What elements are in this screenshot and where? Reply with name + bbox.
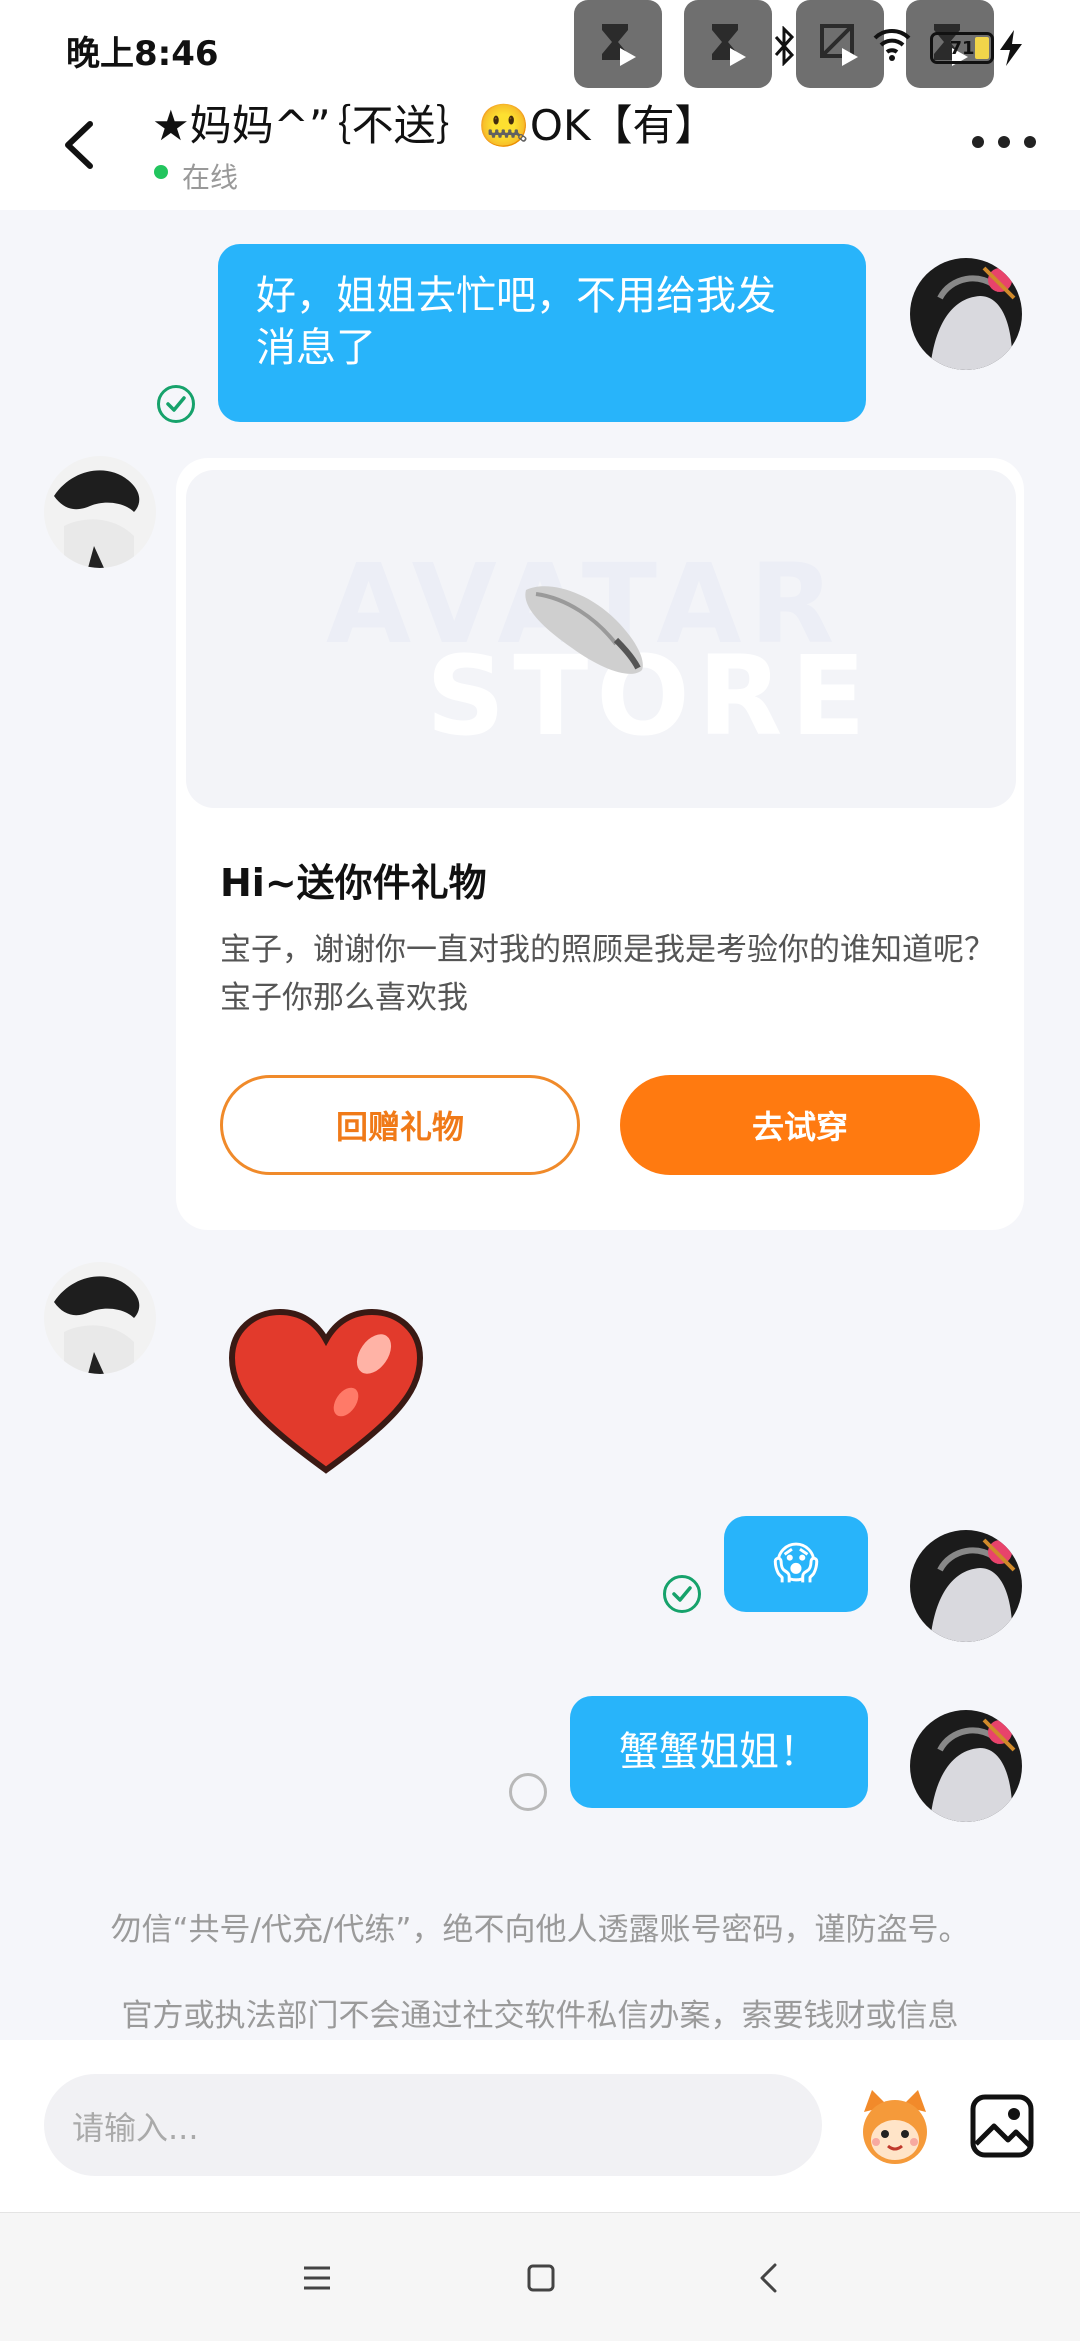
chevron-left-icon [760, 2263, 777, 2293]
sending-status-icon [509, 1773, 547, 1811]
red-heart-sticker[interactable] [226, 1306, 426, 1476]
message-bubble[interactable]: 蟹蟹姐姐！ [570, 1696, 868, 1808]
gift-title: Hi~送你件礼物 [220, 861, 487, 905]
mascot-icon [863, 2090, 927, 2164]
read-check-icon [663, 1575, 701, 1613]
contact-avatar[interactable] [44, 1262, 156, 1374]
menu-icon [304, 2266, 330, 2290]
input-placeholder: 请输入... [72, 2109, 199, 2147]
battery-icon: 71 [930, 32, 994, 64]
safety-notice: 官方或执法部门不会通过社交软件私信办案，索要钱财或信息 [121, 1998, 959, 2034]
charging-icon [996, 28, 1026, 72]
status-time: 晚上8:46 [66, 34, 219, 74]
home-nav-button[interactable] [511, 2248, 571, 2308]
gift-image[interactable]: AVATAR STORE [186, 470, 1016, 808]
shocked-face-emoji: 😱 [773, 1538, 819, 1589]
chat-title: ★妈妈^”｛不送｝🤐OK【有】 [152, 101, 717, 150]
media-notification-icon[interactable] [574, 0, 662, 88]
contact-avatar[interactable] [44, 456, 156, 568]
menu-nav-button[interactable] [287, 2248, 347, 2308]
return-gift-button[interactable]: 回赠礼物 [220, 1075, 580, 1175]
read-check-icon [157, 385, 195, 423]
my-avatar[interactable] [910, 1710, 1022, 1822]
my-avatar[interactable] [910, 1530, 1022, 1642]
online-indicator [154, 165, 168, 179]
fur-tail-image [525, 586, 643, 674]
gift-description: 宝子，谢谢你一直对我的照顾是我是考验你的谁知道呢？宝子你那么喜欢我 [220, 932, 995, 1016]
square-icon [527, 2264, 555, 2292]
my-avatar[interactable] [910, 258, 1022, 370]
emoji-message-bubble[interactable]: 😱 [724, 1516, 868, 1612]
media-notification-icon[interactable] [796, 0, 884, 88]
wifi-icon [872, 26, 912, 66]
safety-notice: 勿信“共号/代充/代练”，绝不向他人透露账号密码，谨防盗号。 [110, 1912, 970, 1948]
online-status: 在线 [182, 161, 239, 194]
image-icon [970, 2094, 1034, 2158]
image-picker-button[interactable] [968, 2092, 1036, 2160]
sticker-mascot-button[interactable] [850, 2082, 940, 2172]
more-options-button[interactable] [972, 124, 1036, 160]
back-button[interactable] [50, 110, 110, 180]
bluetooth-icon [772, 25, 798, 70]
chevron-left-icon [65, 121, 93, 169]
try-on-button[interactable]: 去试穿 [620, 1075, 980, 1175]
media-notification-icon[interactable] [684, 0, 772, 88]
message-bubble[interactable]: 好，姐姐去忙吧，不用给我发 消息了 [218, 244, 866, 422]
back-nav-button[interactable] [738, 2248, 798, 2308]
